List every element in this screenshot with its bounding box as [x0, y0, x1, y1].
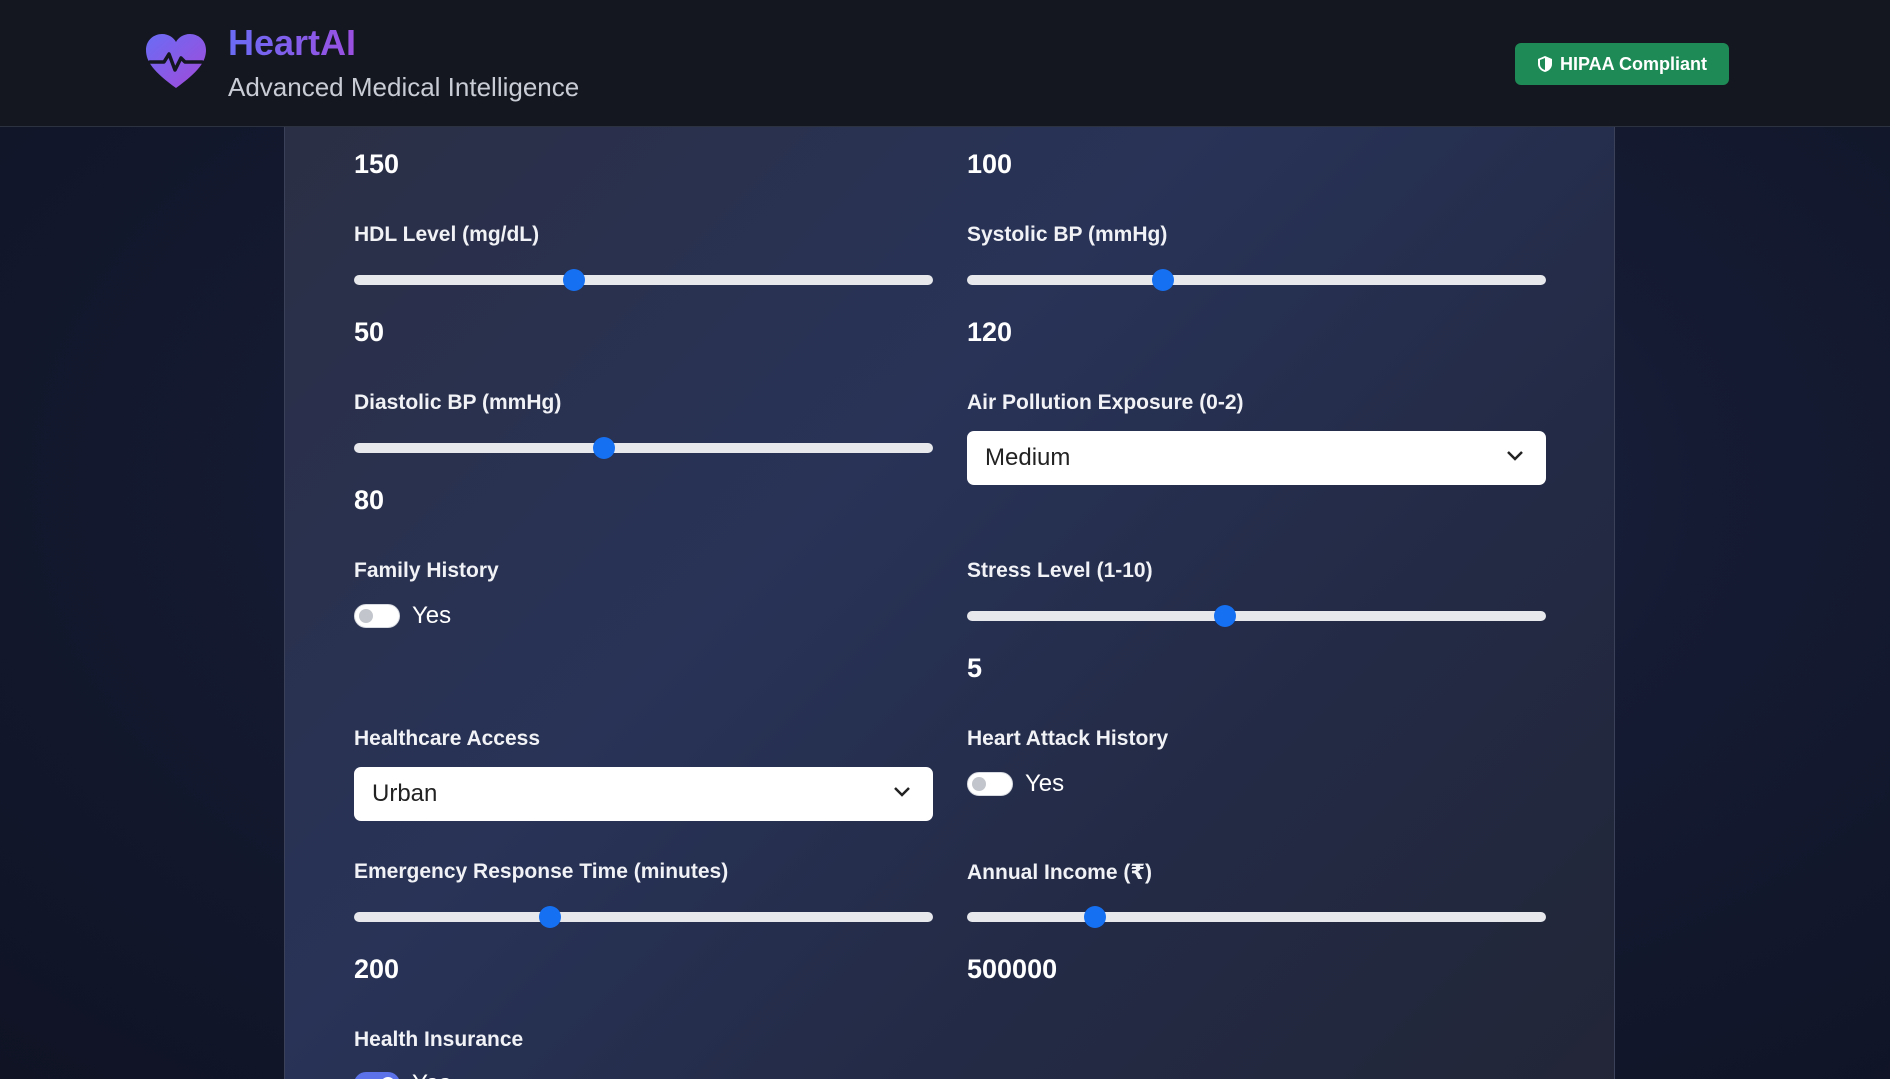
annual-income-slider[interactable] — [967, 906, 1546, 928]
health-insurance-label: Health Insurance — [354, 1028, 524, 1051]
family-history-toggle-label: Yes — [412, 602, 452, 629]
hipaa-badge: HIPAA Compliant — [1515, 43, 1729, 85]
badge-label: HIPAA Compliant — [1560, 53, 1707, 74]
shield-icon — [1538, 56, 1552, 72]
chevron-down-icon — [1507, 451, 1523, 461]
stress-value: 5 — [967, 653, 983, 683]
toggle-knob — [972, 777, 986, 791]
chevron-down-icon — [894, 787, 910, 797]
hdl-slider-thumb[interactable] — [563, 269, 586, 291]
air-pollution-label: Air Pollution Exposure (0-2) — [967, 391, 1244, 414]
annual-income-label: Annual Income (₹) — [967, 861, 1152, 884]
brand-title: HeartAI — [228, 22, 357, 63]
slider-value-top-left: 150 — [354, 149, 400, 179]
annual-income-slider-thumb[interactable] — [1083, 906, 1106, 928]
stress-label: Stress Level (1-10) — [967, 559, 1153, 582]
health-insurance-toggle[interactable] — [354, 1072, 400, 1079]
health-insurance-toggle-label: Yes — [412, 1070, 451, 1079]
healthcare-access-select[interactable]: Urban — [354, 767, 933, 821]
stress-slider-thumb[interactable] — [1214, 605, 1237, 627]
toggle-knob — [359, 609, 373, 623]
heart-attack-history-toggle-label: Yes — [1025, 770, 1065, 797]
diastolic-slider-thumb[interactable] — [593, 437, 616, 459]
systolic-slider[interactable] — [967, 269, 1546, 291]
healthcare-access-selected: Urban — [372, 780, 438, 807]
stress-slider[interactable] — [967, 605, 1546, 627]
family-history-label: Family History — [354, 559, 499, 582]
diastolic-label: Diastolic BP (mmHg) — [354, 391, 562, 414]
emergency-response-slider-thumb[interactable] — [539, 906, 562, 928]
annual-income-value: 500000 — [967, 954, 1058, 984]
systolic-slider-thumb[interactable] — [1151, 269, 1174, 291]
family-history-toggle[interactable] — [354, 604, 400, 628]
hdl-slider[interactable] — [354, 269, 933, 291]
emergency-response-value: 200 — [354, 954, 400, 984]
systolic-label: Systolic BP (mmHg) — [967, 223, 1168, 246]
app-header: HeartAI Advanced Medical Intelligence HI… — [0, 0, 1890, 127]
hdl-label: HDL Level (mg/dL) — [354, 223, 540, 246]
systolic-value: 120 — [967, 317, 1013, 347]
diastolic-slider[interactable] — [354, 437, 933, 459]
slider-value-top-right: 100 — [967, 149, 1013, 179]
emergency-response-label: Emergency Response Time (minutes) — [354, 860, 729, 883]
brand-subtitle: Advanced Medical Intelligence — [228, 72, 580, 102]
heart-attack-history-toggle[interactable] — [967, 772, 1013, 796]
heart-pulse-icon — [146, 34, 206, 88]
diastolic-value: 80 — [354, 485, 385, 515]
hdl-value: 50 — [354, 317, 385, 347]
healthcare-access-label: Healthcare Access — [354, 727, 541, 750]
heart-attack-history-label: Heart Attack History — [967, 727, 1169, 750]
risk-form-card: 150 100 HDL Level (mg/dL) 50 Systolic BP… — [284, 127, 1615, 1079]
air-pollution-select[interactable]: Medium — [967, 431, 1546, 485]
emergency-response-slider[interactable] — [354, 906, 933, 928]
air-pollution-selected: Medium — [985, 444, 1071, 471]
